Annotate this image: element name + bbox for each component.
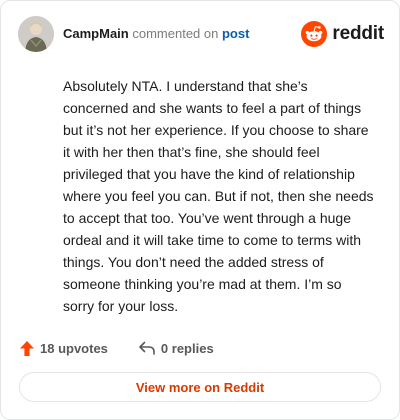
upvotes-stat[interactable]: 18 upvotes: [19, 340, 108, 357]
avatar-image: [18, 16, 54, 52]
upvote-arrow-icon: [19, 340, 35, 357]
username-link[interactable]: CampMain: [63, 26, 129, 41]
upvotes-count: 18 upvotes: [40, 340, 108, 356]
comment-header: CampMain commented on post reddit: [18, 16, 384, 52]
reply-arrow-icon: [138, 340, 156, 356]
reddit-comment-embed-card: CampMain commented on post reddit Absolu…: [0, 0, 400, 420]
comment-meta: CampMain commented on post: [63, 26, 249, 41]
comment-footer: 18 upvotes 0 replies: [19, 338, 214, 358]
view-more-button[interactable]: View more on Reddit: [19, 372, 381, 402]
action-text: commented on: [132, 26, 219, 41]
reddit-snoo-icon: [301, 21, 328, 47]
post-link[interactable]: post: [222, 26, 249, 41]
user-avatar[interactable]: [18, 16, 54, 52]
reddit-wordmark: reddit: [332, 23, 384, 44]
comment-body: Absolutely NTA. I understand that she’s …: [63, 78, 374, 314]
replies-count: 0 replies: [160, 340, 214, 356]
replies-stat[interactable]: 0 replies: [138, 340, 214, 356]
reddit-brand[interactable]: reddit: [301, 20, 384, 48]
